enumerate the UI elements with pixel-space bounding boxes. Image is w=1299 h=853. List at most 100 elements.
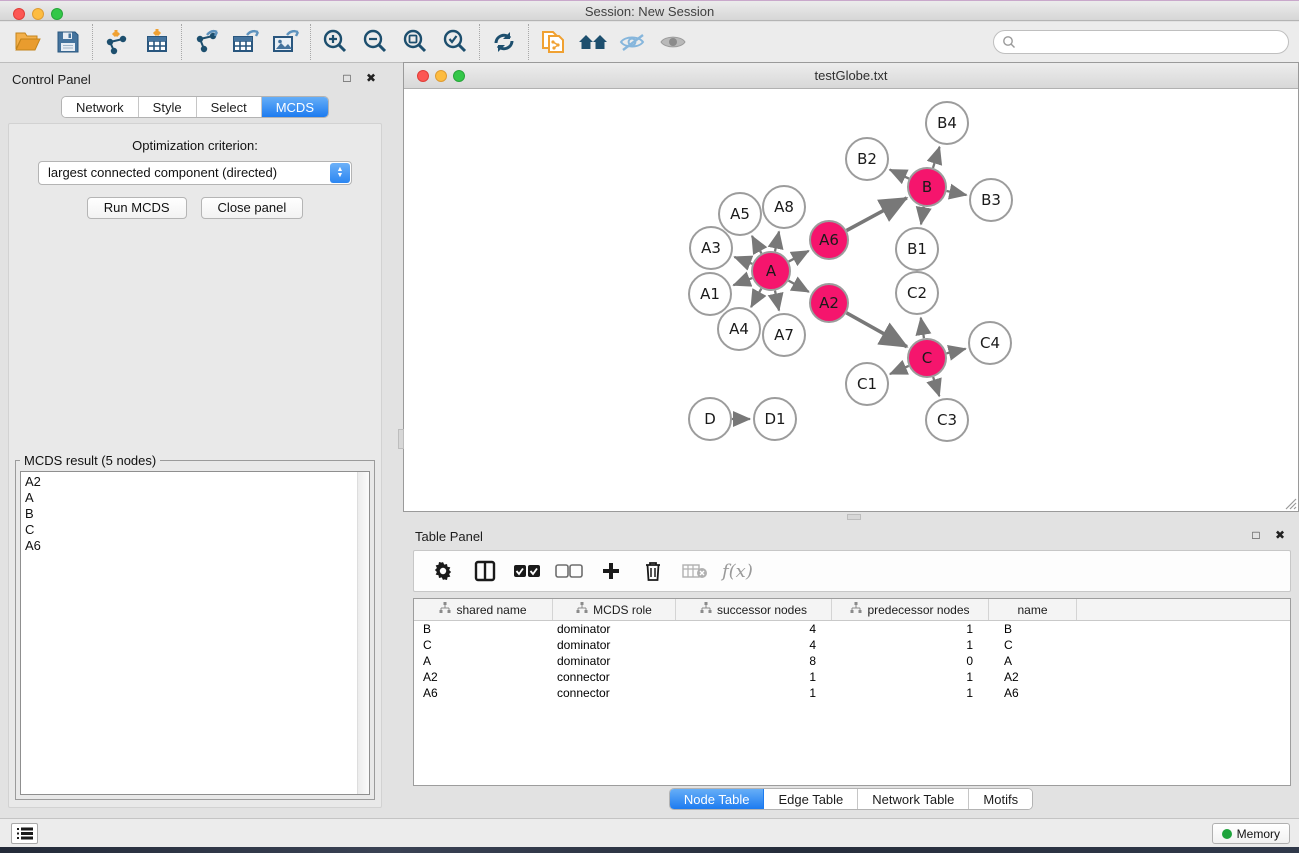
- column-header-MCDS-role[interactable]: MCDS role: [553, 599, 676, 620]
- table-cell[interactable]: 1: [832, 685, 989, 701]
- graph-node-A4[interactable]: A4: [718, 308, 760, 350]
- table-cell[interactable]: connector: [553, 685, 676, 701]
- graph-node-B2[interactable]: B2: [846, 138, 888, 180]
- node-table[interactable]: shared name MCDS role successor nodes prede…: [413, 598, 1291, 786]
- graph-edge-A-A5[interactable]: [752, 236, 762, 253]
- graph-node-A1[interactable]: A1: [689, 273, 731, 315]
- export-table-icon[interactable]: [226, 25, 266, 59]
- export-image-icon[interactable]: [266, 25, 306, 59]
- graph-node-A7[interactable]: A7: [763, 314, 805, 356]
- column-header-successor-nodes[interactable]: successor nodes: [676, 599, 832, 620]
- table-cell[interactable]: A6: [989, 685, 1077, 701]
- scrollbar[interactable]: [357, 472, 369, 794]
- graph-node-B[interactable]: B: [908, 168, 946, 206]
- mcds-result-item[interactable]: C: [25, 522, 369, 538]
- deselect-all-icon[interactable]: [550, 555, 588, 587]
- table-cell[interactable]: A: [989, 653, 1077, 669]
- mcds-result-list[interactable]: A2ABCA6: [20, 471, 370, 795]
- table-cell[interactable]: connector: [553, 669, 676, 685]
- table-cell[interactable]: B: [989, 621, 1077, 637]
- table-row[interactable]: Adominator80A: [414, 653, 1290, 669]
- add-column-icon[interactable]: [592, 555, 630, 587]
- panel-resize-handle[interactable]: [398, 429, 404, 449]
- graph-edge-A-A2[interactable]: [789, 281, 809, 292]
- graph-node-B3[interactable]: B3: [970, 179, 1012, 221]
- network-canvas[interactable]: B4B2BB3A8A5A6A3B1AA1C2A2A4A7C4CC1DD1C3: [405, 90, 1297, 511]
- graph-edge-A2-C[interactable]: [846, 313, 907, 347]
- table-row[interactable]: Bdominator41B: [414, 621, 1290, 637]
- zoom-selected-icon[interactable]: [435, 25, 475, 59]
- table-cell[interactable]: 1: [832, 621, 989, 637]
- window-resize-grip[interactable]: [1283, 496, 1297, 510]
- graph-edge-A-A8[interactable]: [775, 231, 779, 251]
- column-header-label[interactable]: successor nodes: [717, 603, 807, 617]
- table-row[interactable]: Cdominator41C: [414, 637, 1290, 653]
- open-file-icon[interactable]: [8, 25, 48, 59]
- close-panel-icon[interactable]: ✖: [366, 71, 382, 85]
- graph-edge-A-A6[interactable]: [789, 251, 809, 262]
- graph-edge-B-B4[interactable]: [933, 147, 940, 168]
- graph-edge-A-A3[interactable]: [734, 257, 752, 264]
- float-panel-icon[interactable]: □: [1252, 528, 1265, 542]
- graph-node-B4[interactable]: B4: [926, 102, 968, 144]
- graph-node-B1[interactable]: B1: [896, 228, 938, 270]
- graph-edge-C-C4[interactable]: [946, 349, 965, 354]
- table-cell[interactable]: 8: [676, 653, 832, 669]
- mcds-result-item[interactable]: A6: [25, 538, 369, 554]
- table-cell[interactable]: C: [414, 637, 553, 653]
- graph-node-D[interactable]: D: [689, 398, 731, 440]
- function-builder-icon[interactable]: f(x): [718, 561, 753, 582]
- table-cell[interactable]: 4: [676, 637, 832, 653]
- close-panel-button[interactable]: Close panel: [201, 197, 304, 219]
- graph-node-A6[interactable]: A6: [810, 221, 848, 259]
- tab-edge-table[interactable]: Edge Table: [764, 789, 858, 809]
- graph-edge-A-A7[interactable]: [775, 291, 779, 311]
- refresh-icon[interactable]: [484, 25, 524, 59]
- search-input[interactable]: [1016, 35, 1288, 49]
- table-row[interactable]: A6connector11A6: [414, 685, 1290, 701]
- tab-mcds[interactable]: MCDS: [262, 97, 328, 117]
- table-row[interactable]: A2connector11A2: [414, 669, 1290, 685]
- run-mcds-button[interactable]: Run MCDS: [87, 197, 187, 219]
- graph-node-C1[interactable]: C1: [846, 363, 888, 405]
- table-cell[interactable]: A2: [414, 669, 553, 685]
- graph-node-C3[interactable]: C3: [926, 399, 968, 441]
- tab-node-table[interactable]: Node Table: [670, 789, 765, 809]
- clone-network-icon[interactable]: [533, 25, 573, 59]
- toggle-panel-icon[interactable]: [466, 555, 504, 587]
- optimization-criterion-select[interactable]: largest connected component (directed) ▲…: [38, 161, 352, 185]
- graph-edge-B-B1[interactable]: [921, 207, 924, 225]
- graph-node-A5[interactable]: A5: [719, 193, 761, 235]
- table-cell[interactable]: dominator: [553, 621, 676, 637]
- mcds-result-item[interactable]: B: [25, 506, 369, 522]
- mcds-result-item[interactable]: A2: [25, 474, 369, 490]
- table-cell[interactable]: 1: [676, 685, 832, 701]
- table-cell[interactable]: 1: [832, 669, 989, 685]
- table-options-gear-icon[interactable]: [424, 555, 462, 587]
- network-window-title-bar[interactable]: testGlobe.txt: [404, 63, 1298, 89]
- column-header-label[interactable]: predecessor nodes: [867, 603, 969, 617]
- table-cell[interactable]: 4: [676, 621, 832, 637]
- graph-edge-A-A4[interactable]: [751, 289, 761, 308]
- graph-node-A3[interactable]: A3: [690, 227, 732, 269]
- tab-style[interactable]: Style: [139, 97, 197, 117]
- task-history-button[interactable]: [11, 823, 38, 844]
- tab-select[interactable]: Select: [197, 97, 262, 117]
- first-neighbors-icon[interactable]: [573, 25, 613, 59]
- delete-table-icon[interactable]: [676, 555, 714, 587]
- graph-edge-A6-B[interactable]: [847, 198, 907, 231]
- show-all-icon[interactable]: [653, 25, 693, 59]
- column-header-label[interactable]: shared name: [456, 603, 526, 617]
- graph-edge-C-C3[interactable]: [933, 377, 939, 396]
- column-header-predecessor-nodes[interactable]: predecessor nodes: [832, 599, 989, 620]
- export-network-icon[interactable]: [186, 25, 226, 59]
- search-field[interactable]: [993, 30, 1289, 54]
- table-cell[interactable]: B: [414, 621, 553, 637]
- close-panel-icon[interactable]: ✖: [1275, 528, 1291, 542]
- save-session-icon[interactable]: [48, 25, 88, 59]
- graph-edge-A-A1[interactable]: [733, 278, 752, 285]
- zoom-fit-icon[interactable]: [395, 25, 435, 59]
- tab-network[interactable]: Network: [62, 97, 139, 117]
- column-header-label[interactable]: MCDS role: [593, 603, 652, 617]
- graph-node-C[interactable]: C: [908, 339, 946, 377]
